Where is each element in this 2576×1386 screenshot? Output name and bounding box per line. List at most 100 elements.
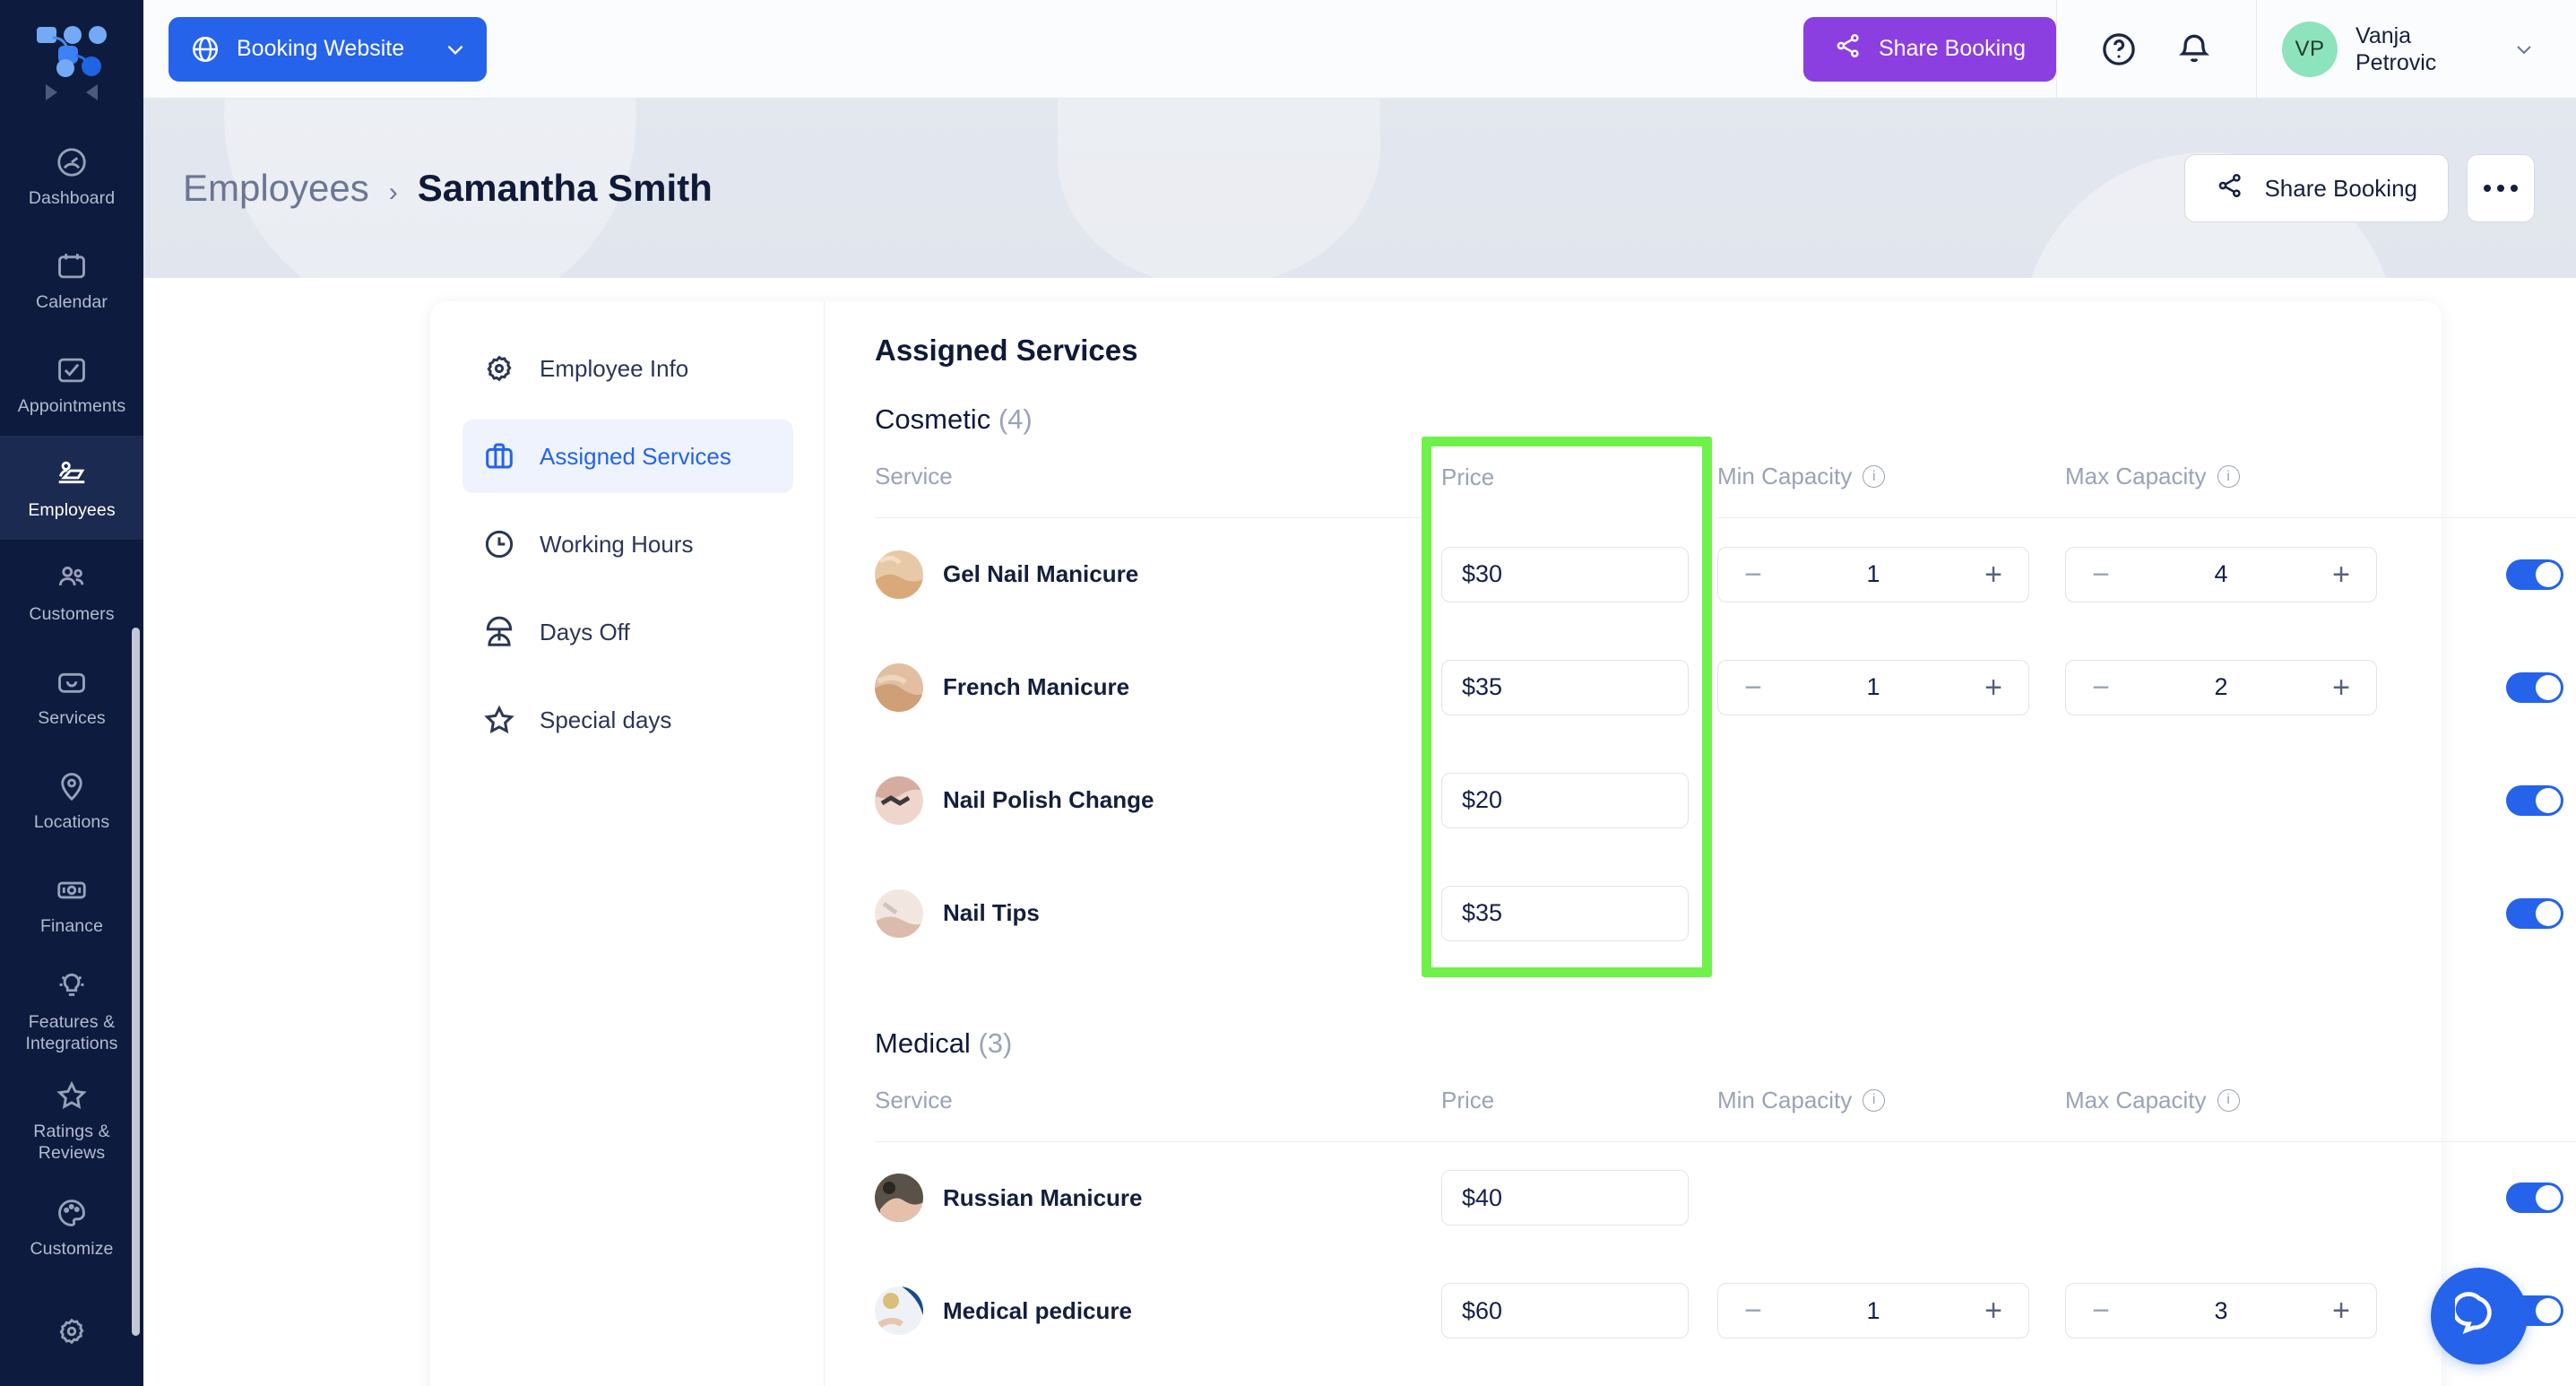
user-name: Vanja Petrovic [2356, 22, 2437, 75]
price-cell: $35 [1429, 631, 1717, 744]
customers-icon [54, 560, 90, 596]
service-toggle[interactable] [2506, 1182, 2563, 1214]
tab-special-days[interactable]: Special days [462, 683, 793, 757]
help-circle-icon[interactable] [2100, 30, 2138, 68]
sidebar-item-features-integrations[interactable]: Features & Integrations [0, 956, 143, 1065]
max-capacity-stepper[interactable]: − 3 + [2065, 1283, 2377, 1338]
price-input[interactable]: $40 [1441, 1170, 1689, 1226]
sidebar-scrollbar[interactable] [132, 628, 140, 1336]
decrement-button[interactable]: − [2088, 672, 2114, 703]
help-chat-button[interactable] [2431, 1268, 2528, 1364]
table-row: Medical pedicure $60 − 1 + − 3 + [875, 1254, 2576, 1367]
decrement-button[interactable]: − [1740, 559, 1767, 590]
share-booking-button[interactable]: Share Booking [2184, 154, 2449, 222]
service-toggle[interactable] [2506, 784, 2563, 816]
service-toggle[interactable] [2506, 671, 2563, 703]
min-capacity-cell: − 1 + [1717, 1254, 2065, 1367]
tab-assigned-services[interactable]: Assigned Services [462, 420, 793, 493]
sidebar-item-customize[interactable]: Customize [0, 1174, 143, 1278]
increment-button[interactable]: + [2328, 559, 2355, 590]
increment-button[interactable]: + [1980, 1295, 2007, 1326]
sidebar-item-settings[interactable] [0, 1278, 143, 1382]
decrement-button[interactable]: − [2088, 559, 2114, 590]
service-toggle[interactable] [2506, 559, 2563, 590]
tab-days-off[interactable]: Days Off [462, 595, 793, 669]
info-icon[interactable]: i [2217, 465, 2240, 488]
price-input[interactable]: $35 [1441, 659, 1689, 715]
sidebar-item-calendar[interactable]: Calendar [0, 228, 143, 332]
gear-icon [54, 1313, 90, 1349]
col-min-capacity: Min Capacity i [1717, 463, 2065, 518]
col-max-capacity: Max Capacity i [2065, 463, 2422, 518]
sidebar-item-employees[interactable]: Employees [0, 436, 143, 540]
service-name: Nail Tips [943, 899, 1040, 926]
thumb-russian-manicure [875, 1174, 923, 1223]
min-capacity-cell: − 1 + [1717, 631, 2065, 744]
thumb-gel-nail-manicure [875, 550, 923, 599]
decrement-button[interactable]: − [2088, 1295, 2114, 1326]
price-input[interactable]: $60 [1441, 1283, 1689, 1338]
price-cell: $30 [1429, 518, 1717, 631]
user-menu[interactable]: VP Vanja Petrovic [2257, 21, 2565, 77]
tab-employee-info[interactable]: Employee Info [462, 332, 793, 405]
chevron-down-icon [444, 38, 467, 61]
services-table-medical: Service Price Min Capacity i Max Capacit… [875, 1086, 2576, 1386]
star-icon [54, 1078, 90, 1113]
price-input[interactable]: $20 [1441, 772, 1689, 828]
max-capacity-stepper[interactable]: − 4 + [2065, 546, 2377, 602]
toggle-knob [2536, 787, 2561, 813]
sidebar-item-finance[interactable]: Finance [0, 852, 143, 956]
min-capacity-stepper[interactable]: − 1 + [1717, 1283, 2029, 1338]
min-capacity-stepper[interactable]: − 1 + [1717, 546, 2029, 602]
sidebar-label: Services [38, 708, 106, 728]
breadcrumb-parent[interactable]: Employees [183, 167, 369, 210]
price-input[interactable]: $35 [1441, 885, 1689, 941]
sidebar-label: Locations [33, 812, 110, 832]
sidebar-collapse-controls[interactable] [46, 84, 98, 100]
tab-label: Days Off [540, 618, 630, 645]
sidebar-item-locations[interactable]: Locations [0, 748, 143, 852]
bell-icon[interactable] [2175, 30, 2213, 68]
increment-button[interactable]: + [1980, 672, 2007, 703]
palette-icon [54, 1195, 90, 1231]
group-title: Medical (3) [875, 1027, 2576, 1060]
content-area: Employee Info Assigned Services Working … [143, 278, 2576, 1386]
min-capacity-value: 1 [1866, 673, 1880, 700]
table-row: Nail Tips $35 [875, 857, 2576, 970]
sidebar-item-services[interactable]: Services [0, 644, 143, 748]
decrement-button[interactable]: − [1740, 1295, 1767, 1326]
tab-label: Special days [540, 706, 672, 733]
increment-button[interactable]: + [1980, 559, 2007, 590]
row-toggle-cell [2422, 631, 2576, 744]
sidebar-item-customers[interactable]: Customers [0, 540, 143, 644]
info-icon[interactable]: i [1863, 1088, 1886, 1112]
sidebar-label: Features & Integrations [25, 1012, 118, 1053]
tab-working-hours[interactable]: Working Hours [462, 507, 793, 581]
min-capacity-stepper[interactable]: − 1 + [1717, 659, 2029, 715]
sidebar-item-dashboard[interactable]: Dashboard [0, 124, 143, 228]
thumb-medical-pedicure [875, 1286, 923, 1335]
toggle-knob [2536, 900, 2561, 926]
booking-website-button[interactable]: Booking Website [169, 16, 488, 82]
info-icon[interactable]: i [1863, 465, 1886, 488]
chevron-down-icon[interactable] [2513, 39, 2535, 60]
table-row: Medical pedicure and manicure $75 [875, 1367, 2576, 1386]
price-input[interactable]: $30 [1441, 546, 1689, 602]
toggle-knob [2536, 1185, 2561, 1211]
sidebar-item-appointments[interactable]: Appointments [0, 332, 143, 436]
share-booking-button-top[interactable]: Share Booking [1802, 16, 2056, 82]
increment-button[interactable]: + [2328, 672, 2355, 703]
info-icon[interactable]: i [2217, 1088, 2240, 1112]
service-group-medical: Medical (3) Service Price Min Capacity i… [875, 1027, 2576, 1386]
decrement-button[interactable]: − [1740, 672, 1767, 703]
service-toggle[interactable] [2506, 897, 2563, 929]
row-toggle-cell [2422, 1367, 2576, 1386]
toggle-knob [2516, 1088, 2541, 1114]
sidebar-item-ratings-reviews[interactable]: Ratings & Reviews [0, 1065, 143, 1174]
dot-icon [2484, 185, 2491, 192]
max-capacity-stepper[interactable]: − 2 + [2065, 659, 2377, 715]
increment-button[interactable]: + [2328, 1295, 2355, 1326]
chevron-right-icon[interactable] [46, 84, 57, 100]
more-options-button[interactable] [2467, 154, 2535, 222]
chevron-left-icon[interactable] [86, 84, 98, 100]
